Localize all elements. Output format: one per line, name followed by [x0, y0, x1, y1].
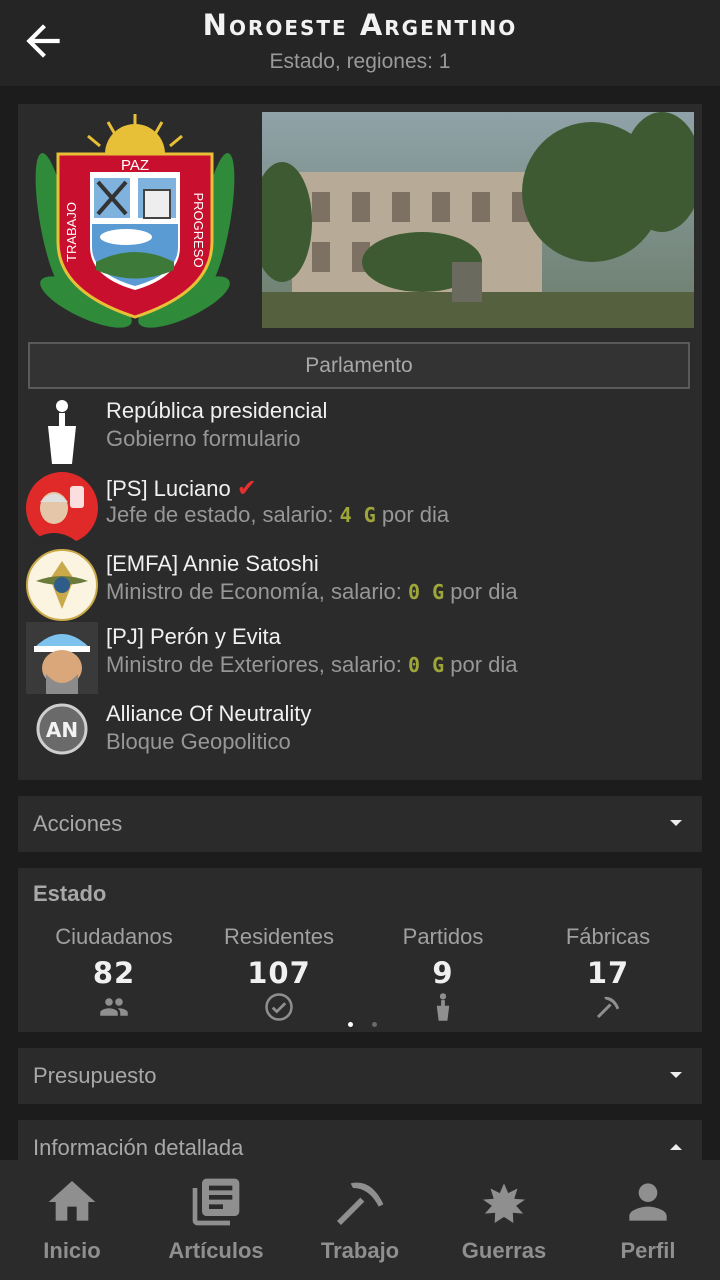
- official-role: Jefe de estado, salario: 4 G por dia: [106, 502, 450, 527]
- articles-icon: [192, 1178, 240, 1226]
- nav-trabajo[interactable]: Trabajo: [288, 1160, 432, 1280]
- official-role: Ministro de Exteriores, salario: 0 G por…: [106, 652, 518, 677]
- check-circle-icon: [265, 993, 293, 1021]
- bloc-logo: AN: [36, 703, 88, 755]
- stat-fabricas[interactable]: Fábricas 17: [523, 924, 693, 1027]
- nav-inicio[interactable]: Inicio: [0, 1160, 144, 1280]
- coat-of-arms: PAZ TRABAJO PROGRESO: [35, 114, 235, 328]
- person-icon: [629, 1183, 667, 1221]
- coa-motto-left: TRABAJO: [64, 202, 79, 262]
- state-card: PAZ TRABAJO PROGRESO Parlamento Repúblic…: [18, 104, 702, 780]
- official-name: [EMFA] Annie Satoshi: [106, 551, 319, 576]
- pickaxe-icon: [596, 996, 620, 1019]
- person-podium-icon: [436, 993, 450, 1021]
- avatar: [26, 472, 98, 544]
- salary-value: 4 G: [339, 503, 376, 527]
- government-subtitle: Gobierno formulario: [106, 426, 301, 451]
- government-row[interactable]: República presidencial Gobierno formular…: [18, 396, 702, 468]
- bloc-logo-text: AN: [46, 718, 78, 742]
- explosion-icon: [483, 1183, 525, 1223]
- section-title: Estado: [33, 881, 107, 906]
- avatar: [26, 622, 98, 694]
- informacion-section[interactable]: Información detallada: [18, 1120, 702, 1160]
- podium-person-icon: [48, 400, 76, 464]
- home-icon: [48, 1181, 96, 1221]
- bloc-name: Alliance Of Neutrality: [106, 701, 312, 726]
- stat-residentes[interactable]: Residentes 107: [194, 924, 364, 1027]
- bottom-navigation: Inicio Artículos Trabajo Guerras Perfil: [0, 1160, 720, 1280]
- section-title: Acciones: [33, 811, 123, 836]
- government-type: República presidencial: [106, 398, 328, 423]
- stat-ciudadanos[interactable]: Ciudadanos 82: [29, 924, 199, 1027]
- page-indicator-dot[interactable]: [372, 1022, 377, 1027]
- chevron-up-icon: [670, 1144, 682, 1150]
- section-title: Presupuesto: [33, 1063, 157, 1088]
- acciones-section[interactable]: Acciones: [18, 796, 702, 852]
- top-app-bar: Noroeste Argentino Estado, regiones: 1: [0, 0, 720, 86]
- official-name: [PS] Luciano ✔: [106, 475, 257, 502]
- page-indicator-dot-active[interactable]: [348, 1022, 353, 1027]
- coa-motto-top: PAZ: [121, 157, 149, 174]
- state-photo: [262, 112, 694, 328]
- bloc-subtitle: Bloque Geopolitico: [106, 729, 291, 754]
- official-row[interactable]: [PJ] Perón y Evita Ministro de Exteriore…: [18, 622, 702, 694]
- stat-partidos[interactable]: Partidos 9: [358, 924, 528, 1027]
- presupuesto-section[interactable]: Presupuesto: [18, 1048, 702, 1104]
- coa-motto-right: PROGRESO: [191, 192, 206, 267]
- official-row[interactable]: [EMFA] Annie Satoshi Ministro de Economí…: [18, 549, 702, 621]
- pickaxe-icon: [337, 1182, 384, 1225]
- salary-value: 0 G: [408, 580, 445, 604]
- chevron-down-icon: [670, 1072, 682, 1078]
- nav-articulos[interactable]: Artículos: [144, 1160, 288, 1280]
- salary-value: 0 G: [408, 653, 445, 677]
- scroll-content[interactable]: PAZ TRABAJO PROGRESO Parlamento Repúblic…: [0, 86, 720, 1160]
- estado-section: Estado Ciudadanos 82 Residentes 107 Part…: [18, 868, 702, 1032]
- chevron-down-icon: [670, 820, 682, 826]
- bloc-row[interactable]: AN Alliance Of Neutrality Bloque Geopoli…: [18, 699, 702, 771]
- nav-guerras[interactable]: Guerras: [432, 1160, 576, 1280]
- verified-check-icon: ✔: [236, 475, 257, 502]
- section-title: Información detallada: [33, 1135, 244, 1160]
- official-row[interactable]: [PS] Luciano ✔ Jefe de estado, salario: 4…: [18, 472, 702, 544]
- page-title: Noroeste Argentino: [202, 8, 518, 42]
- parliament-button[interactable]: Parlamento: [28, 342, 690, 389]
- page-subtitle: Estado, regiones: 1: [269, 50, 451, 73]
- official-name: [PJ] Perón y Evita: [106, 624, 281, 649]
- people-icon: [100, 998, 128, 1016]
- avatar: [26, 549, 98, 621]
- official-role: Ministro de Economía, salario: 0 G por d…: [106, 579, 518, 604]
- nav-perfil[interactable]: Perfil: [576, 1160, 720, 1280]
